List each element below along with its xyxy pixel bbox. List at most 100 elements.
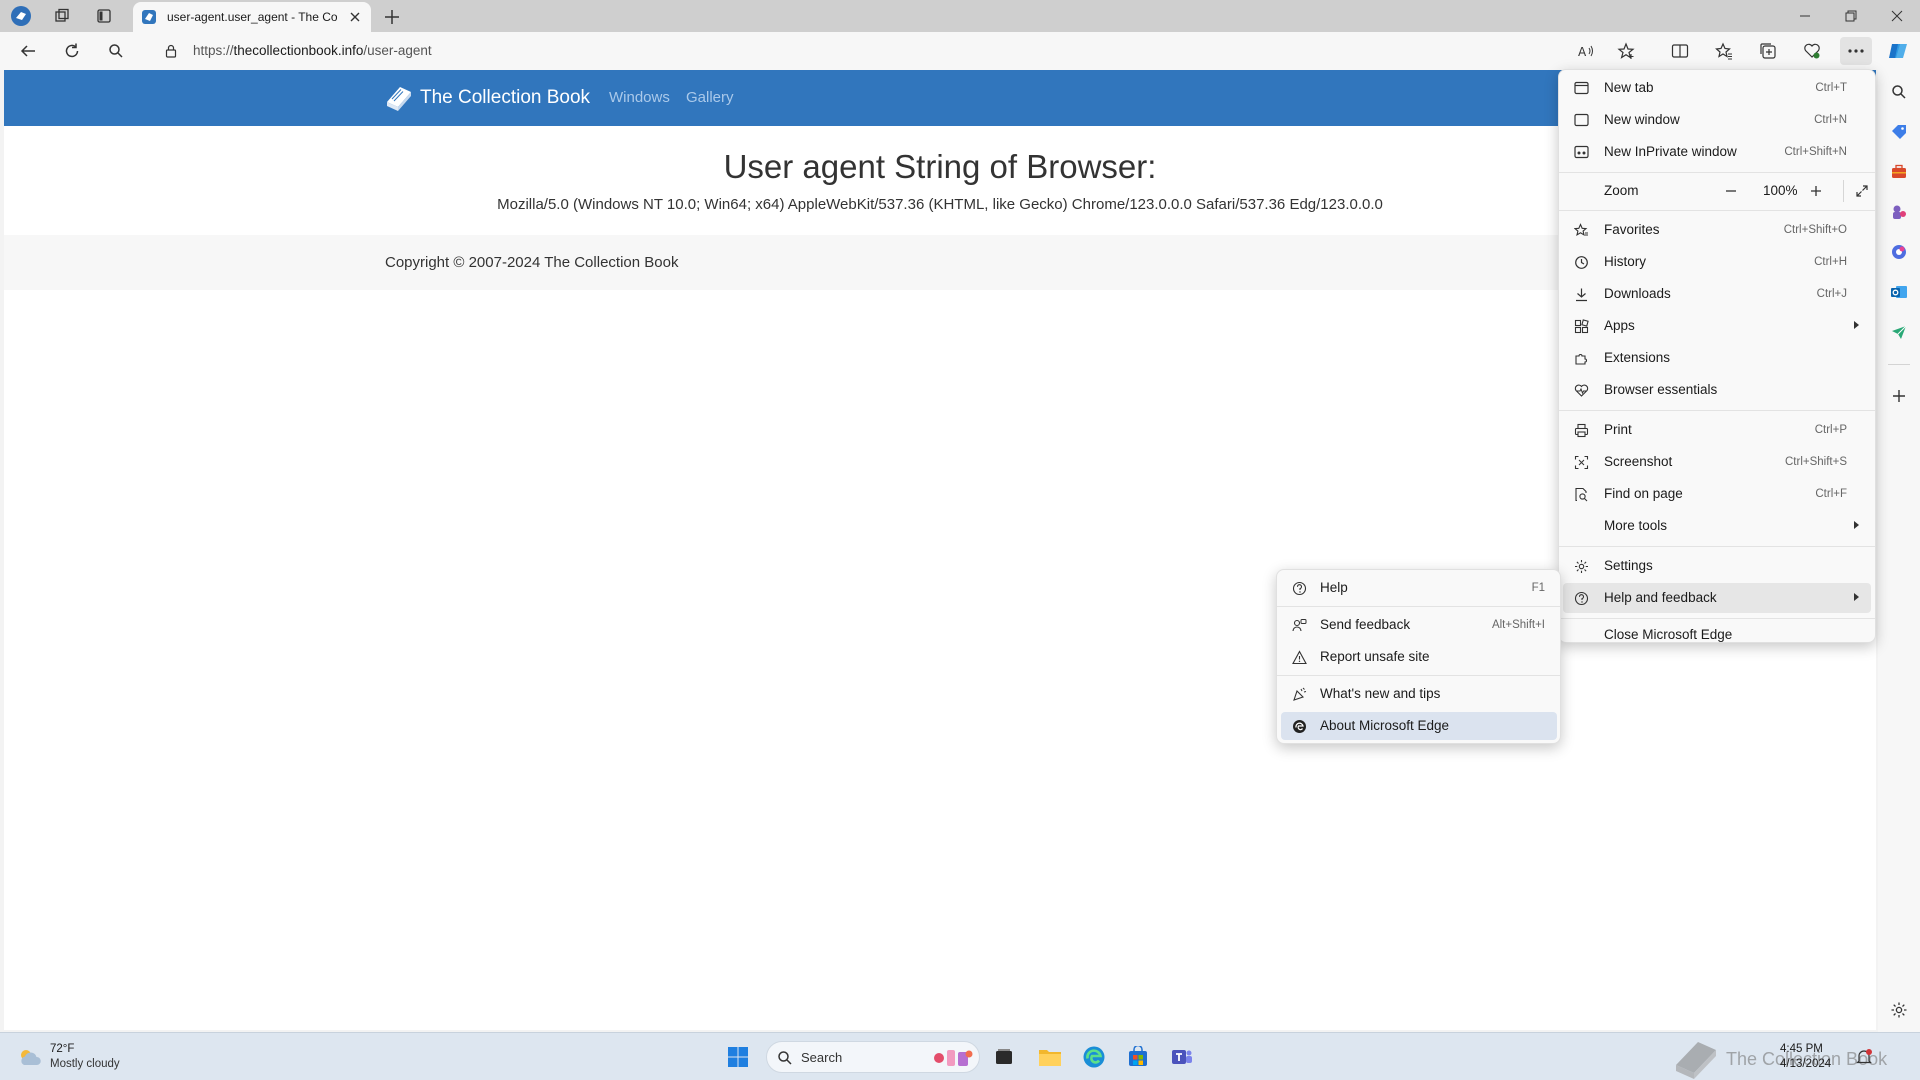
microsoft-365-icon[interactable]: [1887, 240, 1911, 264]
weather-temperature[interactable]: 72°F: [50, 1043, 74, 1055]
copilot-icon[interactable]: [1882, 37, 1914, 65]
whats-new-icon: [1291, 686, 1307, 702]
menu-item-favorites[interactable]: Favorites Ctrl+Shift+O: [1563, 215, 1871, 245]
submenu-separator: [1277, 606, 1560, 607]
tab-close-icon[interactable]: [347, 9, 363, 25]
back-icon[interactable]: [12, 37, 44, 65]
tab-actions-icon[interactable]: [92, 4, 116, 28]
refresh-icon[interactable]: [56, 37, 88, 65]
browser-essentials-icon[interactable]: [1796, 37, 1828, 65]
menu-separator: [1559, 546, 1875, 547]
menu-item-new-tab[interactable]: New tab Ctrl+T: [1563, 73, 1871, 103]
lock-icon[interactable]: [164, 44, 178, 58]
feedback-person-icon: [1291, 617, 1307, 633]
teams-icon[interactable]: [1168, 1043, 1196, 1071]
task-view-icon[interactable]: [990, 1043, 1018, 1071]
edge-taskbar-icon[interactable]: [1080, 1043, 1108, 1071]
weather-cloud-icon[interactable]: [16, 1043, 44, 1071]
zoom-out-icon[interactable]: [1719, 180, 1743, 202]
sidebar-search-icon[interactable]: [1887, 80, 1911, 104]
favorites-menu-icon: [1573, 222, 1589, 238]
zoom-level: 100%: [1763, 183, 1798, 198]
menu-item-settings[interactable]: Settings: [1563, 551, 1871, 581]
menu-item-browser-essentials[interactable]: Browser essentials: [1563, 375, 1871, 405]
site-brand-link[interactable]: The Collection Book: [384, 84, 590, 112]
split-screen-icon[interactable]: [1664, 37, 1696, 65]
address-bar[interactable]: https://thecollectionbook.info/user-agen…: [148, 36, 1588, 66]
nav-link-windows[interactable]: Windows: [609, 89, 670, 106]
submenu-arrow-icon: [1854, 321, 1859, 329]
drop-icon[interactable]: [1887, 320, 1911, 344]
sidebar-settings-gear-icon[interactable]: [1887, 998, 1911, 1022]
submenu-item-about-edge[interactable]: About Microsoft Edge: [1281, 712, 1557, 740]
find-on-page-icon: [1573, 486, 1589, 502]
windows-taskbar: 72°F Mostly cloudy Search The Collection…: [0, 1032, 1920, 1080]
restore-icon[interactable]: [1828, 0, 1874, 32]
add-sidebar-app-icon[interactable]: [1887, 384, 1911, 408]
collections-icon[interactable]: [1752, 37, 1784, 65]
taskbar-clock-date[interactable]: 4/13/2024: [1780, 1058, 1831, 1070]
submenu-item-send-feedback[interactable]: Send feedback Alt+Shift+I: [1281, 611, 1557, 639]
favorite-star-icon[interactable]: [1610, 37, 1642, 65]
menu-item-print[interactable]: Print Ctrl+P: [1563, 415, 1871, 445]
site-brand-text: The Collection Book: [420, 87, 591, 108]
book-watermark-icon: [1676, 1042, 1716, 1079]
extensions-puzzle-icon: [1573, 350, 1589, 366]
read-aloud-icon[interactable]: A: [1570, 37, 1602, 65]
heart-pulse-icon: [1573, 382, 1589, 398]
favorites-icon[interactable]: [1708, 37, 1740, 65]
submenu-item-report-unsafe-site[interactable]: Report unsafe site: [1281, 643, 1557, 671]
search-icon[interactable]: [100, 37, 132, 65]
shopping-tag-icon[interactable]: [1887, 120, 1911, 144]
svg-text:A: A: [1578, 45, 1587, 59]
settings-and-more-menu: New tab Ctrl+T New window Ctrl+N New InP…: [1558, 69, 1876, 643]
games-icon[interactable]: [1887, 200, 1911, 224]
url-text: https://thecollectionbook.info/user-agen…: [193, 43, 432, 58]
minimize-icon[interactable]: [1782, 0, 1828, 32]
menu-item-help-and-feedback[interactable]: Help and feedback: [1563, 583, 1871, 613]
menu-separator: [1559, 210, 1875, 211]
help-circle-icon: [1291, 580, 1307, 596]
microsoft-store-icon[interactable]: [1124, 1043, 1152, 1071]
menu-item-close-edge[interactable]: Close Microsoft Edge: [1563, 620, 1871, 650]
tab-active[interactable]: user-agent.user_agent - The Collection B…: [133, 2, 371, 32]
zoom-in-icon[interactable]: [1804, 180, 1828, 202]
menu-item-apps[interactable]: Apps: [1563, 311, 1871, 341]
menu-item-new-inprivate[interactable]: New InPrivate window Ctrl+Shift+N: [1563, 137, 1871, 167]
file-explorer-icon[interactable]: [1036, 1043, 1064, 1071]
submenu-arrow-icon: [1854, 593, 1859, 601]
windows-start-icon[interactable]: [724, 1043, 752, 1071]
outlook-icon[interactable]: [1887, 280, 1911, 304]
menu-item-history[interactable]: History Ctrl+H: [1563, 247, 1871, 277]
taskbar-search-box[interactable]: Search: [766, 1041, 980, 1073]
menu-item-more-tools[interactable]: More tools: [1563, 511, 1871, 541]
inprivate-icon: [1573, 144, 1589, 160]
menu-item-screenshot[interactable]: Screenshot Ctrl+Shift+S: [1563, 447, 1871, 477]
menu-item-downloads[interactable]: Downloads Ctrl+J: [1563, 279, 1871, 309]
edge-sidebar: [1878, 70, 1920, 1032]
settings-more-icon[interactable]: [1840, 37, 1872, 65]
submenu-item-help[interactable]: Help F1: [1281, 574, 1557, 602]
menu-item-find-on-page[interactable]: Find on page Ctrl+F: [1563, 479, 1871, 509]
menu-item-new-window[interactable]: New window Ctrl+N: [1563, 105, 1871, 135]
nav-link-gallery[interactable]: Gallery: [686, 89, 734, 106]
tools-briefcase-icon[interactable]: [1887, 160, 1911, 184]
help-circle-icon: [1573, 590, 1589, 606]
workspaces-icon[interactable]: [50, 4, 74, 28]
copyright-text: Copyright © 2007-2024 The Collection Boo…: [385, 254, 679, 271]
taskbar-search-icon: [778, 1051, 792, 1065]
weather-description[interactable]: Mostly cloudy: [50, 1058, 120, 1070]
taskbar-clock-time[interactable]: 4:45 PM: [1780, 1043, 1823, 1055]
submenu-item-whats-new[interactable]: What's new and tips: [1281, 680, 1557, 708]
notification-icon[interactable]: [1850, 1043, 1878, 1071]
zoom-divider: [1843, 180, 1844, 202]
warning-icon: [1291, 649, 1307, 665]
menu-item-extensions[interactable]: Extensions: [1563, 343, 1871, 373]
fullscreen-icon[interactable]: [1850, 180, 1874, 202]
apps-icon: [1573, 318, 1589, 334]
close-window-icon[interactable]: [1874, 0, 1920, 32]
sidebar-divider: [1888, 364, 1910, 365]
new-tab-icon[interactable]: [380, 5, 404, 29]
search-highlight-icon: [934, 1050, 973, 1066]
profile-icon[interactable]: [9, 4, 33, 28]
